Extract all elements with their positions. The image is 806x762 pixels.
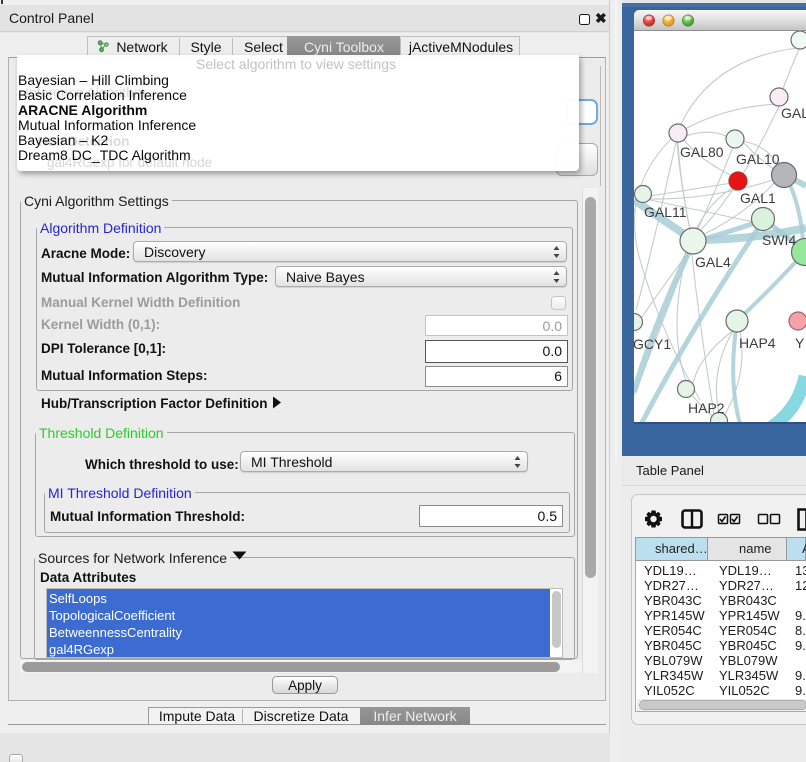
svg-text:GAL10: GAL10 — [736, 151, 780, 167]
svg-text:GCY1: GCY1 — [634, 336, 671, 352]
svg-text:HAP4: HAP4 — [739, 335, 776, 351]
svg-text:GAL4: GAL4 — [695, 254, 731, 270]
svg-text:GAL7: GAL7 — [781, 105, 806, 121]
svg-text:Y: Y — [795, 335, 805, 351]
svg-text:GAL1: GAL1 — [740, 190, 776, 206]
svg-text:GAL80: GAL80 — [680, 144, 724, 160]
svg-text:GAL11: GAL11 — [644, 204, 687, 220]
svg-text:SWI4: SWI4 — [762, 232, 796, 248]
svg-text:HAP2: HAP2 — [688, 400, 725, 416]
